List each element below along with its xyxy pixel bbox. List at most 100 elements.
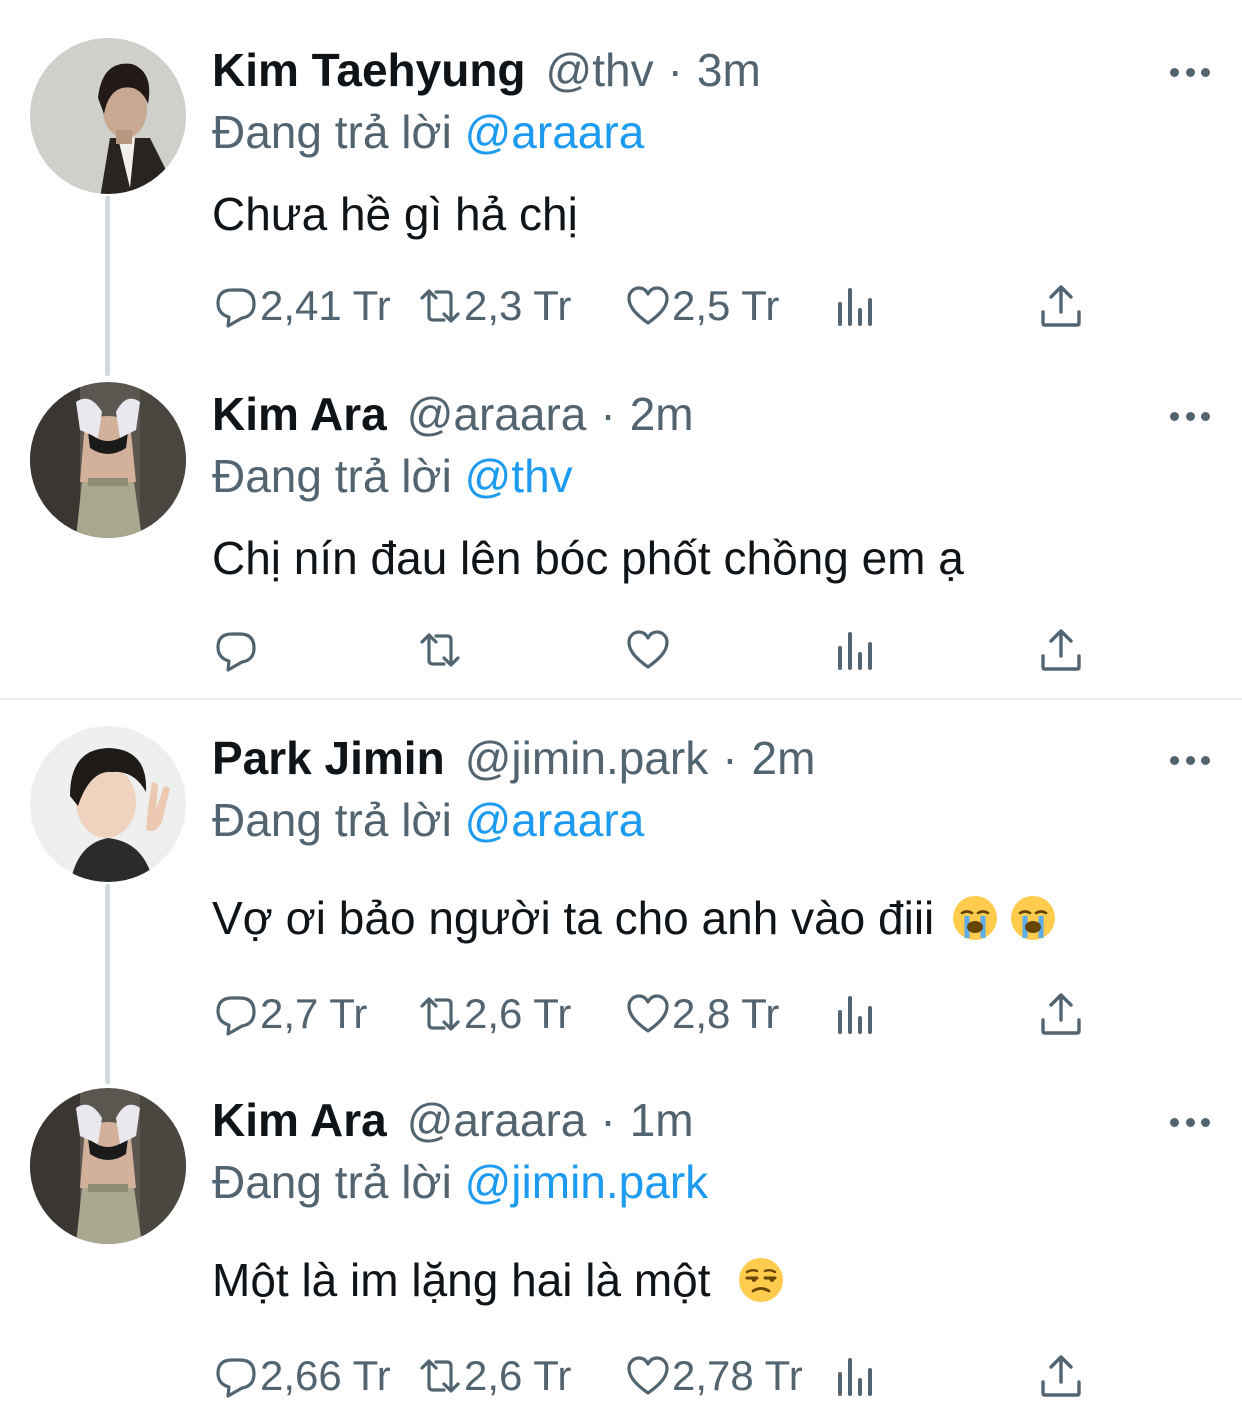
loudly-crying-face-emoji (1011, 896, 1056, 940)
reply-mention-link[interactable]: @thv (465, 450, 573, 502)
share-icon (1041, 1355, 1081, 1397)
avatar[interactable] (30, 726, 186, 882)
tweet-actions: 2,66 Tr 2,6 Tr 2,78 Tr (212, 1346, 1112, 1406)
replying-label: Đang trả lời (212, 106, 452, 158)
avatar[interactable] (30, 38, 186, 194)
separator-dot: · (722, 732, 738, 784)
replying-to: Đang trả lời @jimin.park (212, 1152, 708, 1212)
share-button[interactable] (1037, 620, 1085, 680)
heart-icon (627, 1356, 669, 1395)
analytics-icon (838, 288, 872, 326)
like-button[interactable]: 2,78 Tr (624, 1346, 803, 1406)
user-handle[interactable]: @thv (546, 40, 654, 100)
views-button[interactable] (832, 1346, 880, 1406)
analytics-icon (838, 996, 872, 1034)
display-name[interactable]: Park Jimin (212, 728, 445, 788)
heart-icon (627, 630, 669, 669)
user-handle[interactable]: @araara (407, 384, 587, 444)
retweet-button[interactable] (416, 620, 464, 680)
tweet-header: Kim Taehyung @thv · 3m (212, 40, 761, 100)
reply-count: 2,66 Tr (260, 1352, 391, 1399)
tweet-text: Một là im lặng hai là một (212, 1250, 785, 1310)
separator-dot: · (600, 388, 616, 440)
replying-label: Đang trả lời (212, 794, 452, 846)
reply-mention-link[interactable]: @araara (465, 794, 645, 846)
retweet-count: 2,6 Tr (464, 1352, 572, 1399)
retweet-count: 2,3 Tr (464, 282, 572, 329)
retweet-button[interactable]: 2,6 Tr (416, 984, 571, 1044)
retweet-button[interactable]: 2,6 Tr (416, 1346, 571, 1406)
display-name[interactable]: Kim Ara (212, 384, 387, 444)
reply-button[interactable]: 2,66 Tr (212, 1346, 391, 1406)
user-handle[interactable]: @jimin.park (465, 728, 709, 788)
analytics-icon (838, 1358, 872, 1396)
tweet-body: Chị nín đau lên bóc phốt chồng em ạ (212, 532, 964, 584)
analytics-icon (838, 632, 872, 670)
more-options-icon[interactable] (1170, 410, 1210, 422)
views-button[interactable] (832, 620, 880, 680)
more-options-icon[interactable] (1170, 1116, 1210, 1128)
reply-count: 2,41 Tr (260, 282, 391, 329)
reply-button[interactable]: 2,7 Tr (212, 984, 367, 1044)
views-button[interactable] (832, 276, 880, 336)
tweet-actions: 2,41 Tr 2,3 Tr 2,5 Tr (212, 276, 1112, 336)
retweet-count: 2,6 Tr (464, 990, 572, 1037)
display-name[interactable]: Kim Taehyung (212, 40, 526, 100)
display-name[interactable]: Kim Ara (212, 1090, 387, 1150)
reply-mention-link[interactable]: @jimin.park (465, 1156, 709, 1208)
timestamp[interactable]: 3m (697, 40, 761, 100)
tweet-actions (212, 620, 1112, 680)
reply-icon (216, 632, 256, 672)
reply-button[interactable] (212, 620, 260, 680)
more-options-icon[interactable] (1170, 66, 1210, 78)
tweet[interactable]: Kim Taehyung @thv · 3m Đang trả lời @ara… (0, 38, 1242, 348)
separator-dot: · (667, 44, 683, 96)
share-button[interactable] (1037, 1346, 1085, 1406)
replying-label: Đang trả lời (212, 1156, 452, 1208)
avatar[interactable] (30, 1088, 186, 1244)
views-button[interactable] (832, 984, 880, 1044)
share-icon (1041, 629, 1081, 671)
thread-divider (0, 698, 1242, 700)
like-count: 2,8 Tr (672, 990, 780, 1037)
share-button[interactable] (1037, 984, 1085, 1044)
tweet-body: Vợ ơi bảo người ta cho anh vào điii (212, 892, 935, 944)
retweet-icon (420, 289, 460, 323)
tweet[interactable]: Park Jimin @jimin.park · 2m Đang trả lời… (0, 726, 1242, 1046)
like-button[interactable]: 2,8 Tr (624, 984, 779, 1044)
tweet-header: Park Jimin @jimin.park · 2m (212, 728, 815, 788)
more-options-icon[interactable] (1170, 754, 1210, 766)
reply-icon (216, 996, 256, 1036)
tweet-text: Vợ ơi bảo người ta cho anh vào điii (212, 888, 1057, 948)
tweet-body: Chưa hề gì hả chị (212, 188, 578, 240)
timestamp[interactable]: 1m (630, 1090, 694, 1150)
replying-to: Đang trả lời @araara (212, 102, 644, 162)
loudly-crying-face-emoji (953, 896, 998, 940)
retweet-icon (420, 633, 460, 667)
tweet-header: Kim Ara @araara · 1m (212, 1090, 694, 1150)
avatar[interactable] (30, 382, 186, 538)
replying-label: Đang trả lời (212, 450, 452, 502)
timestamp[interactable]: 2m (752, 728, 816, 788)
tweet-body: Một là im lặng hai là một (212, 1254, 711, 1306)
reply-count: 2,7 Tr (260, 990, 368, 1037)
reply-icon (216, 288, 256, 328)
retweet-button[interactable]: 2,3 Tr (416, 276, 571, 336)
replying-to: Đang trả lời @araara (212, 790, 644, 850)
tweet-text: Chị nín đau lên bóc phốt chồng em ạ (212, 528, 964, 588)
like-count: 2,5 Tr (672, 282, 780, 329)
timestamp[interactable]: 2m (630, 384, 694, 444)
reply-button[interactable]: 2,41 Tr (212, 276, 391, 336)
user-handle[interactable]: @araara (407, 1090, 587, 1150)
tweet[interactable]: Kim Ara @araara · 2m Đang trả lời @thv C… (0, 382, 1242, 692)
tweet[interactable]: Kim Ara @araara · 1m Đang trả lời @jimin… (0, 1088, 1242, 1408)
like-button[interactable]: 2,5 Tr (624, 276, 779, 336)
retweet-icon (420, 1359, 460, 1393)
share-icon (1041, 285, 1081, 327)
like-button[interactable] (624, 620, 672, 680)
tweet-actions: 2,7 Tr 2,6 Tr 2,8 Tr (212, 984, 1112, 1044)
reply-mention-link[interactable]: @araara (465, 106, 645, 158)
share-button[interactable] (1037, 276, 1085, 336)
retweet-icon (420, 997, 460, 1031)
replying-to: Đang trả lời @thv (212, 446, 573, 506)
